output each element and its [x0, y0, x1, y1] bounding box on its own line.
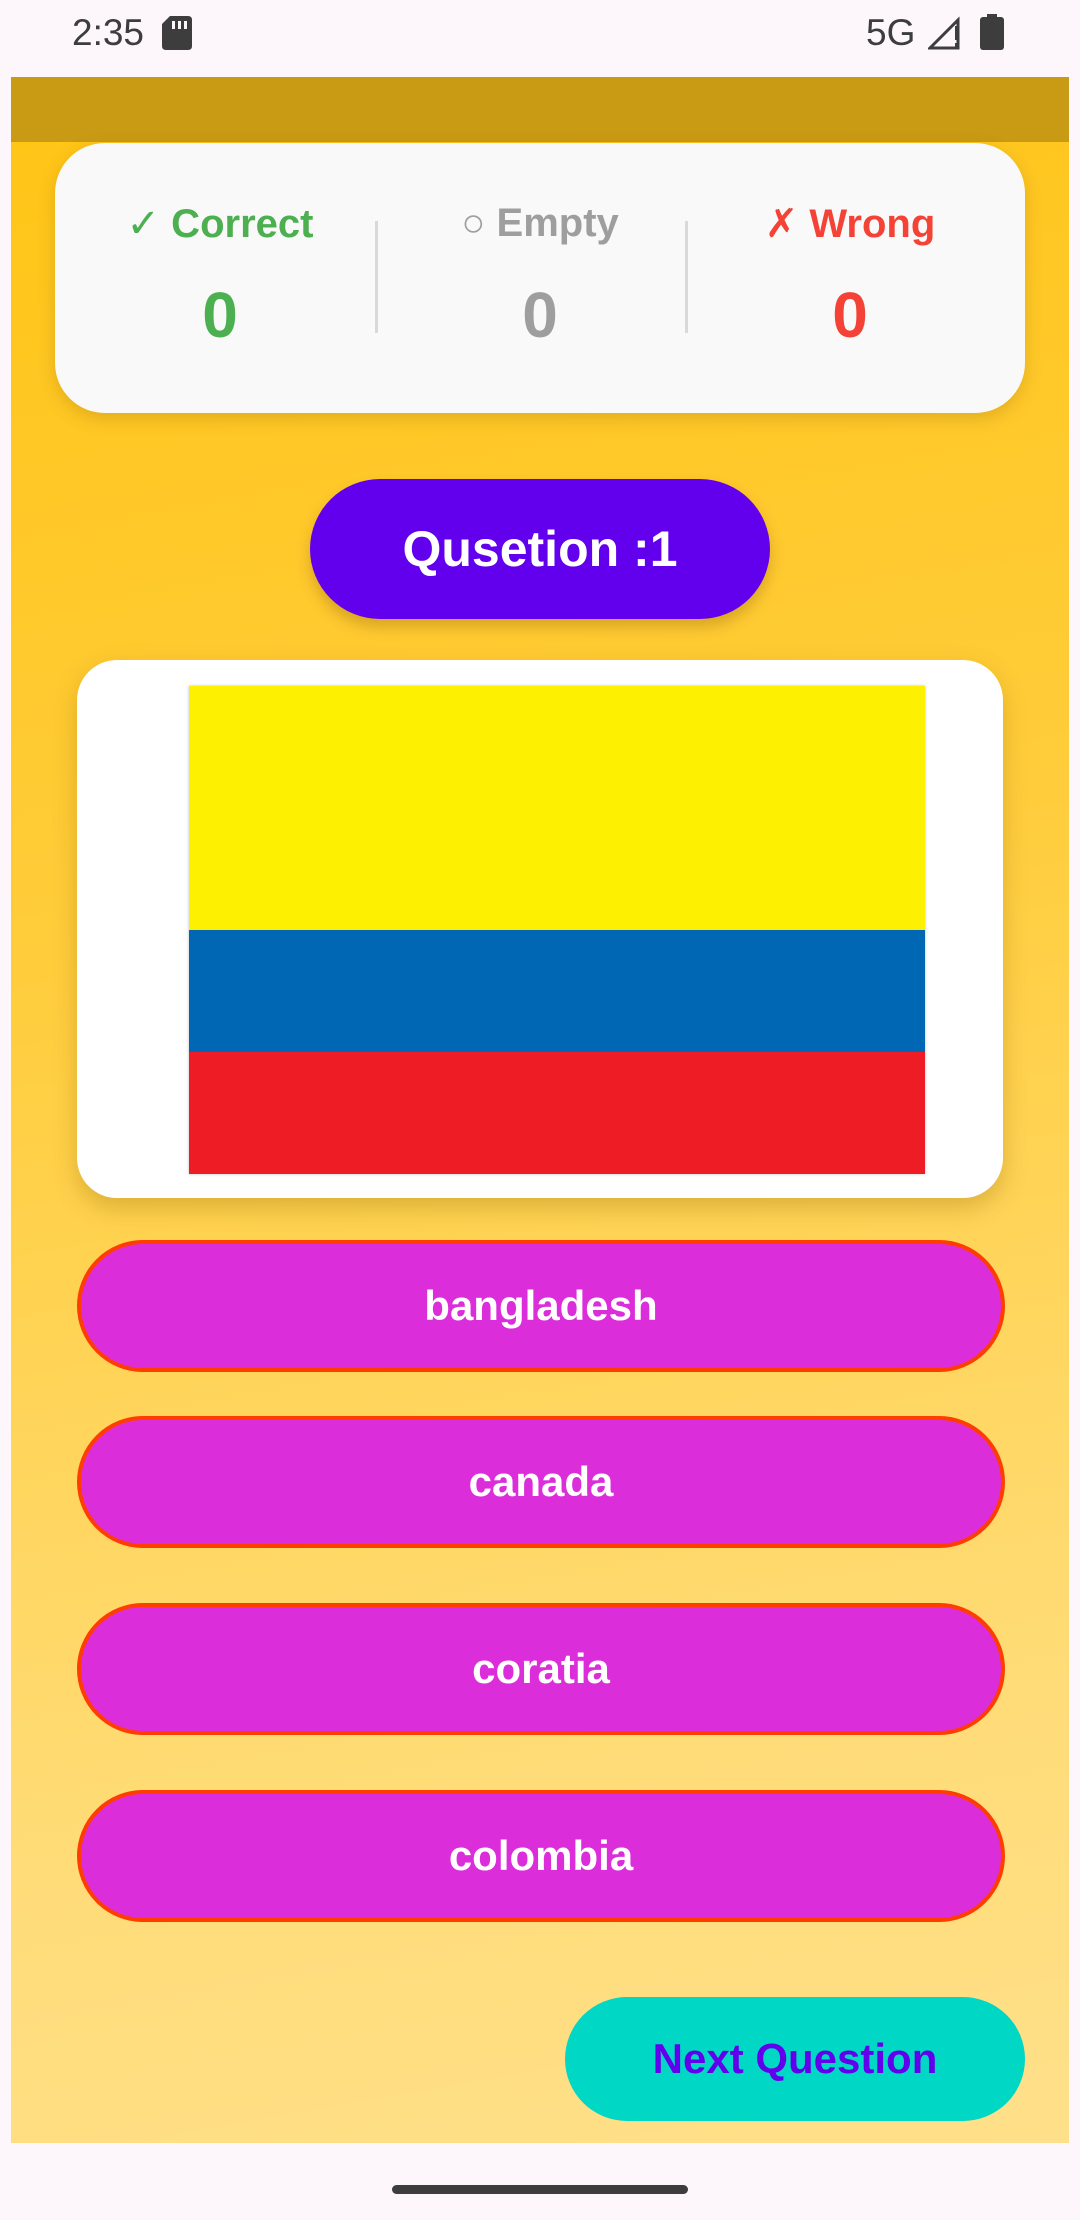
correct-count: 0 — [202, 279, 238, 351]
score-divider — [375, 221, 378, 333]
answer-button-2[interactable]: canada — [77, 1416, 1005, 1548]
wrong-count: 0 — [832, 279, 868, 351]
signal-icon — [928, 16, 960, 50]
answer-button-3[interactable]: coratia — [77, 1603, 1005, 1735]
correct-score: ✓ Correct 0 — [65, 143, 375, 413]
flag-stripe-red — [189, 1052, 925, 1174]
status-bar: 2:35 5G — [0, 0, 1080, 74]
flag-stripe-yellow — [189, 686, 925, 930]
battery-icon — [980, 14, 1004, 50]
wrong-score: ✗ Wrong 0 — [695, 143, 1005, 413]
status-time: 2:35 — [72, 12, 145, 53]
navigation-bar — [0, 2150, 1080, 2220]
empty-count: 0 — [522, 279, 558, 351]
quiz-screen: ✓ Correct 0 ○ Empty 0 ✗ Wrong 0 Qusetion… — [11, 77, 1069, 2143]
flag-card — [77, 660, 1003, 1198]
empty-label: ○ Empty — [461, 201, 619, 245]
answer-button-1[interactable]: bangladesh — [77, 1240, 1005, 1372]
question-number-badge: Qusetion :1 — [310, 479, 770, 619]
app-bar — [11, 77, 1069, 142]
score-divider — [685, 221, 688, 333]
network-type: 5G — [866, 12, 916, 53]
wrong-label: ✗ Wrong — [764, 202, 936, 246]
colombia-flag-icon — [189, 686, 925, 1174]
next-question-button[interactable]: Next Question — [565, 1997, 1025, 2121]
score-card: ✓ Correct 0 ○ Empty 0 ✗ Wrong 0 — [55, 143, 1025, 413]
answer-button-4[interactable]: colombia — [77, 1790, 1005, 1922]
home-gesture-handle[interactable] — [392, 2185, 688, 2194]
sd-card-icon — [162, 16, 192, 50]
correct-label: ✓ Correct — [126, 202, 314, 246]
empty-score: ○ Empty 0 — [385, 143, 695, 413]
flag-stripe-blue — [189, 930, 925, 1052]
